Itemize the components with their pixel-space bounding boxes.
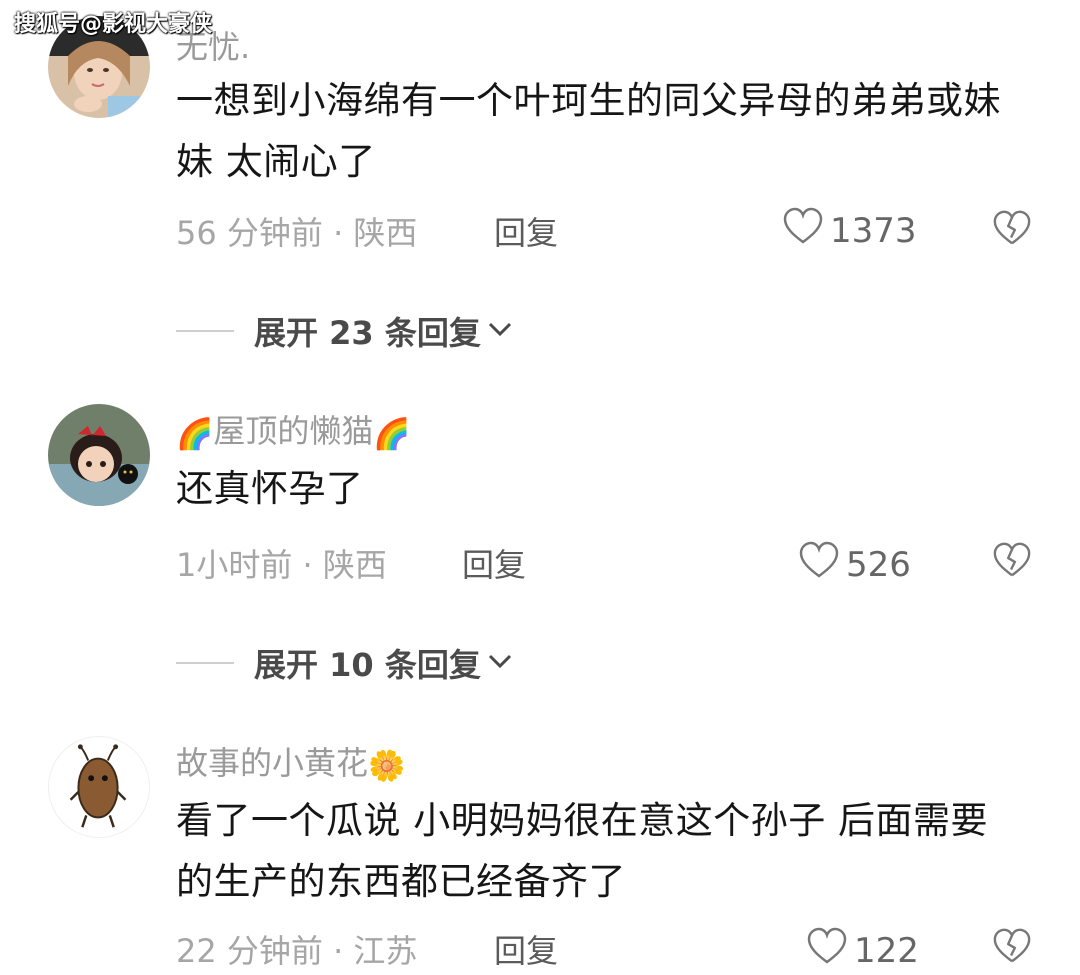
comment-text: 还真怀孕了 — [176, 467, 364, 510]
flower-icon: 🌼 — [368, 749, 406, 784]
heart-icon — [806, 926, 848, 975]
chevron-down-icon — [487, 651, 513, 675]
divider-line — [176, 330, 234, 332]
expand-label: 展开 23 条回复 — [254, 314, 481, 352]
username-text: 屋顶的懒猫 — [213, 412, 374, 450]
rainbow-icon: 🌈 — [373, 417, 411, 452]
reply-button[interactable]: 回复 — [494, 208, 558, 254]
dislike-button[interactable] — [992, 540, 1032, 584]
comment-meta: 1小时前 · 陕西 — [176, 546, 387, 584]
reply-button[interactable]: 回复 — [494, 926, 558, 972]
expand-replies-button[interactable]: 展开 23 条回复 — [176, 308, 513, 354]
like-button[interactable]: 526 — [798, 540, 911, 589]
dislike-button[interactable] — [992, 926, 1032, 970]
username[interactable]: 故事的小黄花🌼 — [176, 738, 405, 784]
username[interactable]: 🌈屋顶的懒猫🌈 — [176, 406, 411, 452]
watermark: 搜狐号@影视大豪侠 — [14, 12, 213, 37]
like-count: 122 — [854, 930, 919, 971]
like-count: 1373 — [830, 210, 917, 251]
expand-label: 展开 10 条回复 — [254, 646, 481, 684]
comment-meta: 56 分钟前 · 陕西 — [176, 214, 418, 252]
broken-heart-icon — [992, 210, 1032, 252]
chevron-down-icon — [487, 319, 513, 343]
heart-icon — [798, 540, 840, 589]
avatar[interactable] — [48, 404, 150, 506]
dislike-button[interactable] — [992, 208, 1032, 252]
like-button[interactable]: 1373 — [782, 206, 917, 255]
rainbow-icon: 🌈 — [176, 417, 214, 452]
broken-heart-icon — [992, 542, 1032, 584]
comment-meta: 22 分钟前 · 江苏 — [176, 932, 418, 970]
broken-heart-icon — [992, 928, 1032, 970]
avatar[interactable] — [48, 736, 150, 838]
reply-button[interactable]: 回复 — [462, 540, 526, 586]
like-count: 526 — [846, 544, 911, 585]
divider-line — [176, 662, 234, 664]
comment-text: 一想到小海绵有一个叶珂生的同父异母的弟弟或妹妹 太闹心了 — [176, 79, 1001, 183]
heart-icon — [782, 206, 824, 255]
expand-replies-button[interactable]: 展开 10 条回复 — [176, 640, 513, 686]
like-button[interactable]: 122 — [806, 926, 919, 975]
username-text: 故事的小黄花 — [176, 744, 369, 782]
comment-text: 看了一个瓜说 小明妈妈很在意这个孙子 后面需要的生产的东西都已经备齐了 — [176, 799, 989, 903]
